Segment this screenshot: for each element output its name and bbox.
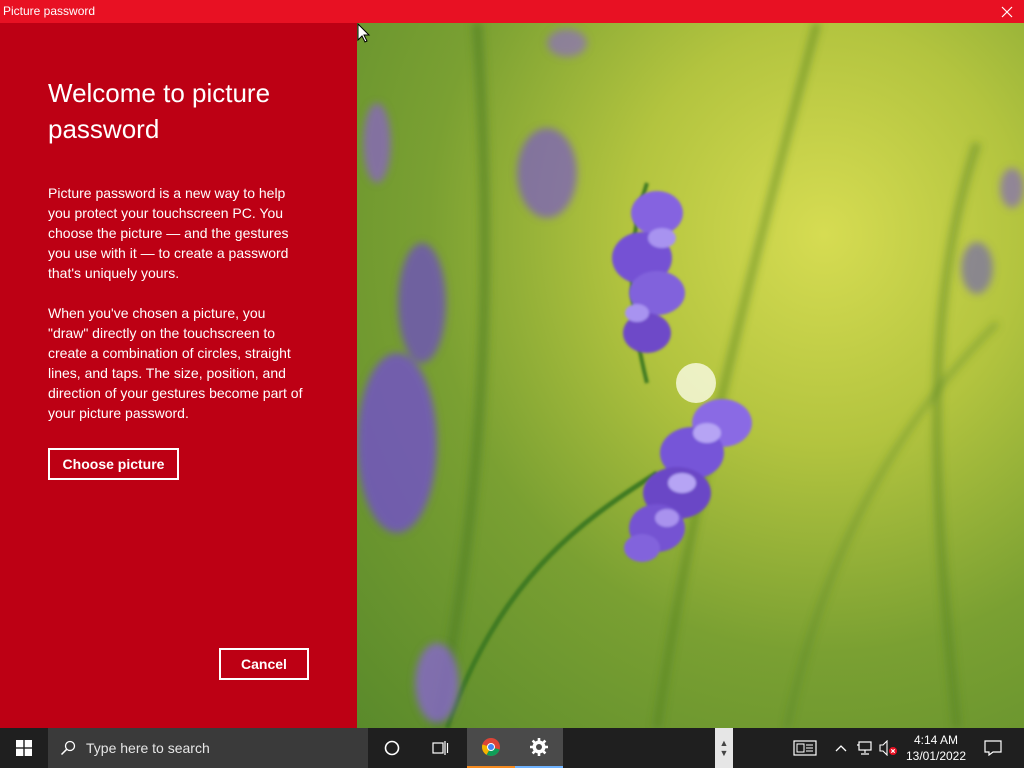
clock[interactable]: 4:14 AM 13/01/2022 [904, 728, 968, 768]
page-title: Welcome to picture password [48, 78, 271, 144]
close-icon [1001, 6, 1013, 17]
picture-canvas[interactable] [357, 23, 1024, 728]
taskbar-chrome[interactable] [467, 728, 515, 768]
window-title: Picture password [3, 4, 96, 18]
news-button[interactable] [791, 728, 819, 768]
cortana-button[interactable] [368, 728, 416, 768]
touch-point-indicator [676, 363, 716, 403]
close-button[interactable] [990, 0, 1024, 23]
cortana-icon [384, 740, 400, 756]
clock-date: 13/01/2022 [905, 749, 967, 763]
task-view-button[interactable] [416, 728, 464, 768]
search-icon [60, 740, 76, 756]
task-view-icon [432, 741, 449, 755]
network-icon [857, 741, 872, 755]
network-button[interactable] [855, 728, 875, 768]
search-placeholder: Type here to search [86, 740, 210, 756]
info-panel: Welcome to picture password Picture pass… [0, 23, 357, 728]
notification-icon [984, 740, 1002, 756]
show-hidden-icons-button[interactable] [832, 728, 850, 768]
scroll-up-icon[interactable]: ▲ [720, 738, 729, 748]
chrome-icon [482, 738, 500, 756]
taskbar-scroll[interactable]: ▲ ▼ [715, 728, 733, 768]
choose-picture-button[interactable]: Choose picture [48, 448, 179, 480]
taskbar: Type here to search ▲ ▼ 4:14 AM 13/01/20… [0, 728, 1024, 768]
start-button[interactable] [0, 728, 48, 768]
volume-muted-icon [879, 740, 897, 756]
settings-icon [530, 738, 548, 756]
cancel-button[interactable]: Cancel [219, 648, 309, 680]
windows-icon [16, 740, 32, 756]
title-bar: Picture password [0, 0, 1024, 23]
mouse-cursor-icon [357, 23, 371, 43]
clock-time: 4:14 AM [913, 733, 959, 747]
taskbar-settings[interactable] [515, 728, 563, 768]
volume-button[interactable] [878, 728, 898, 768]
news-icon [793, 740, 817, 756]
taskbar-search-box[interactable]: Type here to search [48, 728, 368, 768]
instructions-paragraph: When you've chosen a picture, you "draw"… [48, 305, 303, 421]
action-center-button[interactable] [978, 728, 1008, 768]
scroll-down-icon[interactable]: ▼ [720, 748, 729, 758]
chevron-up-icon [835, 745, 847, 752]
intro-paragraph: Picture password is a new way to help yo… [48, 185, 289, 281]
